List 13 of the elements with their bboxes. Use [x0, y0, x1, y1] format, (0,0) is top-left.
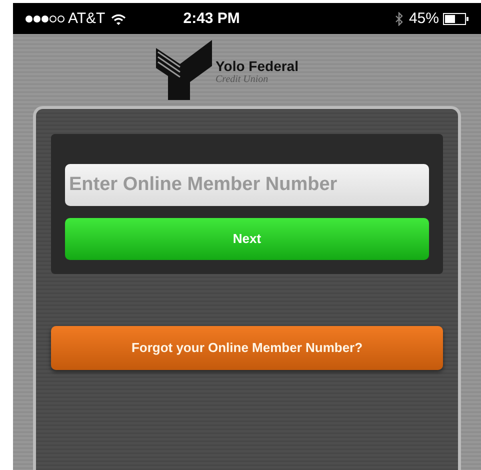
logo-subtitle: Credit Union	[216, 74, 270, 86]
carrier-name: AT&T	[68, 8, 106, 29]
forgot-number-button[interactable]: Forgot your Online Member Number?	[51, 326, 443, 370]
status-time: 2:43 PM	[183, 8, 240, 29]
battery-percent: 45%	[408, 8, 439, 29]
bluetooth-icon	[394, 12, 403, 26]
member-number-field[interactable]: Enter Online Member Number	[65, 164, 429, 206]
next-button[interactable]: Next	[65, 218, 429, 260]
logo-name: Yolo Federal	[216, 58, 298, 74]
signal-strength-icon	[25, 15, 65, 23]
wifi-icon	[111, 14, 126, 24]
logo-icon	[156, 40, 212, 100]
battery-icon	[443, 13, 469, 25]
